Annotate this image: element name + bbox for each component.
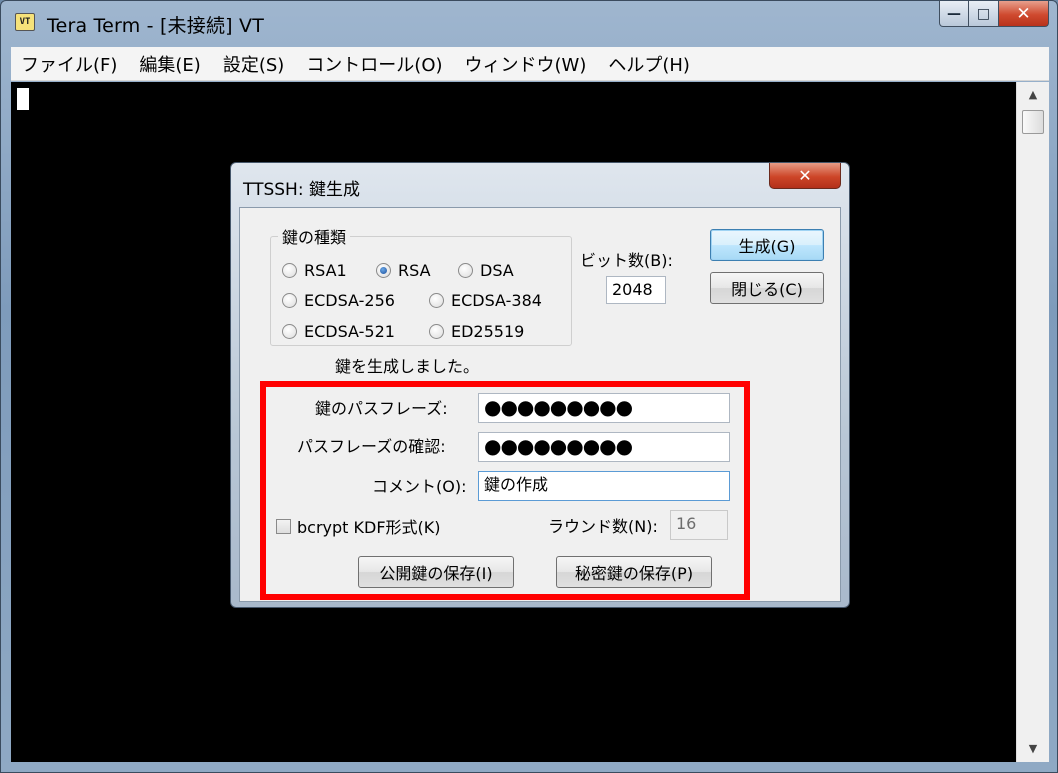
radio-rsa1-indicator [282, 263, 297, 278]
bits-input[interactable]: 2048 [606, 276, 666, 304]
radio-ecdsa-256-indicator [282, 293, 297, 308]
bcrypt-kdf-label: bcrypt KDF形式(K) [297, 518, 441, 537]
save-public-key-button[interactable]: 公開鍵の保存(I) [358, 556, 514, 588]
radio-rsa1-label: RSA1 [304, 261, 347, 280]
menu-bar: ファイル(F) 編集(E) 設定(S) コントロール(O) ウィンドウ(W) ヘ… [11, 47, 1049, 81]
menu-window[interactable]: ウィンドウ(W) [465, 51, 587, 77]
close-window-button[interactable]: ✕ [999, 1, 1049, 27]
tera-term-app-icon[interactable]: VT [15, 13, 35, 31]
radio-ecdsa-521[interactable]: ECDSA-521 [282, 322, 395, 341]
radio-ecdsa-521-indicator [282, 324, 297, 339]
radio-dsa[interactable]: DSA [458, 261, 514, 280]
caption-buttons: — □ ✕ [939, 1, 1049, 29]
dialog-client-area: 鍵の種類 RSA1 RSA DSA ECDSA-256 ECDSA-384 EC… [239, 207, 841, 602]
dialog-title: TTSSH: 鍵生成 [243, 180, 360, 200]
radio-rsa-indicator [376, 263, 391, 278]
status-message: 鍵を生成しました。 [335, 357, 480, 376]
comment-label: コメント(O): [372, 477, 467, 496]
radio-ecdsa-384[interactable]: ECDSA-384 [429, 291, 542, 310]
vertical-scrollbar[interactable]: ▲ ▼ [1016, 82, 1049, 762]
menu-file[interactable]: ファイル(F) [21, 51, 117, 77]
dialog-close-button[interactable]: ✕ [769, 163, 841, 189]
passphrase-value: ●●●●●●●●● [484, 395, 633, 419]
menu-control[interactable]: コントロール(O) [306, 51, 442, 77]
radio-ecdsa-384-label: ECDSA-384 [451, 291, 542, 310]
radio-ecdsa-256-label: ECDSA-256 [304, 291, 395, 310]
close-icon: ✕ [798, 166, 812, 185]
maximize-button[interactable]: □ [969, 1, 999, 27]
key-type-group-label: 鍵の種類 [278, 224, 351, 248]
scrollbar-thumb[interactable] [1022, 110, 1044, 134]
generate-button[interactable]: 生成(G) [710, 229, 824, 261]
menu-help[interactable]: ヘルプ(H) [608, 51, 690, 77]
scroll-down-icon[interactable]: ▼ [1017, 738, 1049, 760]
window-title: Tera Term - [未接続] VT [47, 15, 265, 37]
radio-dsa-indicator [458, 263, 473, 278]
bcrypt-kdf-checkbox[interactable]: bcrypt KDF形式(K) [276, 514, 441, 538]
bcrypt-kdf-checkbox-box [276, 518, 291, 534]
menu-setup[interactable]: 設定(S) [223, 51, 284, 77]
terminal-cursor [17, 88, 29, 110]
radio-rsa1[interactable]: RSA1 [282, 261, 347, 280]
rounds-input: 16 [670, 510, 728, 540]
close-icon: ✕ [1016, 3, 1031, 24]
minimize-icon: — [947, 5, 961, 22]
radio-dsa-label: DSA [480, 261, 514, 280]
radio-rsa[interactable]: RSA [376, 261, 431, 280]
menu-edit[interactable]: 編集(E) [139, 51, 200, 77]
passphrase-confirm-value: ●●●●●●●●● [484, 434, 633, 458]
radio-ed25519-label: ED25519 [451, 322, 525, 341]
maximize-icon: □ [976, 5, 991, 22]
passphrase-input[interactable]: ●●●●●●●●● [478, 393, 730, 423]
radio-ecdsa-384-indicator [429, 293, 444, 308]
bits-label: ビット数(B): [580, 251, 673, 270]
radio-rsa-label: RSA [398, 261, 431, 280]
radio-ecdsa-521-label: ECDSA-521 [304, 322, 395, 341]
scroll-up-icon[interactable]: ▲ [1017, 84, 1049, 106]
passphrase-confirm-label: パスフレーズの確認: [297, 437, 446, 456]
minimize-button[interactable]: — [939, 1, 969, 27]
save-private-key-button[interactable]: 秘密鍵の保存(P) [556, 556, 712, 588]
radio-ecdsa-256[interactable]: ECDSA-256 [282, 291, 395, 310]
comment-input[interactable]: 鍵の作成 [478, 471, 730, 501]
radio-ed25519-indicator [429, 324, 444, 339]
key-generation-dialog: TTSSH: 鍵生成 ✕ 鍵の種類 RSA1 RSA DSA ECDSA-256… [230, 162, 850, 608]
close-button[interactable]: 閉じる(C) [710, 272, 824, 304]
rounds-label: ラウンド数(N): [548, 517, 658, 536]
passphrase-label: 鍵のパスフレーズ: [315, 399, 448, 418]
passphrase-confirm-input[interactable]: ●●●●●●●●● [478, 432, 730, 462]
radio-ed25519[interactable]: ED25519 [429, 322, 524, 341]
title-bar[interactable]: VT Tera Term - [未接続] VT — □ ✕ [1, 1, 1057, 47]
